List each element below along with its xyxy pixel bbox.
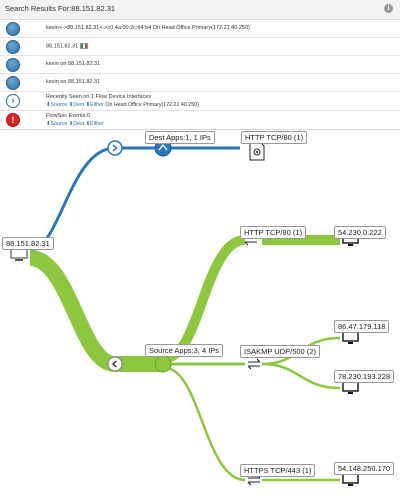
dest-link[interactable]: ⬇Dest — [69, 102, 84, 108]
ip-label[interactable]: 78.230.193.228 — [334, 370, 395, 383]
direction-links: ⬇Source ⬇Dest ⬇Either — [46, 121, 104, 127]
ip-label[interactable]: 86.47.179.118 — [334, 320, 390, 333]
source-expand-toggle[interactable] — [107, 356, 123, 372]
chevron-right-icon: › — [6, 94, 20, 108]
app-label-https[interactable]: HTTPS TCP/443 (1) — [240, 464, 316, 477]
user-icon — [6, 76, 20, 90]
either-link[interactable]: ⬇Either — [86, 102, 104, 108]
dest-link[interactable]: ⬇Dest — [69, 121, 84, 127]
ip-label[interactable]: 54.148.250.170 — [334, 462, 395, 475]
dest-expand-toggle[interactable] — [107, 140, 123, 156]
interface-text: On Head Office Primary(172.21.40.250) — [105, 102, 199, 108]
source-flow-link-http — [163, 235, 246, 363]
result-row-ip[interactable]: 88.151.82.31 — [0, 38, 400, 56]
result-text[interactable]: kevin on 88.151.82.31 — [46, 61, 100, 67]
source-link[interactable]: ⬇Source — [46, 121, 67, 127]
result-row-flow[interactable]: kevin<->88.151.82.31<->c0:4a:00:2c:d4:b4… — [0, 20, 400, 38]
direction-links: ⬇Source ⬇Dest ⬇Either On Head Office Pri… — [46, 102, 199, 108]
info-icon[interactable]: i — [384, 4, 393, 13]
app-label-isakmp[interactable]: ISAKMP UDP/500 (2) — [240, 345, 320, 358]
at-sign-document-icon[interactable] — [249, 141, 265, 161]
result-row-user[interactable]: kevin on 88.151.82.31 — [0, 56, 400, 74]
globe-icon — [6, 40, 20, 54]
bidirectional-arrows-icon[interactable] — [247, 358, 261, 370]
app-label-http[interactable]: HTTP TCP/80 (1) — [240, 226, 307, 239]
flag-icon — [80, 43, 89, 49]
result-text[interactable]: Recently Seen on 1 Flow Device Interface… — [46, 94, 151, 100]
ip-text: 88.151.82.31 — [46, 43, 79, 50]
dest-app-label[interactable]: HTTP TCP/80 (1) — [241, 131, 308, 144]
dest-group-label[interactable]: Dest Apps:1, 1 IPs — [145, 131, 215, 144]
globe-icon — [6, 22, 20, 36]
result-text[interactable]: kevin<->88.151.82.31<->c0:4a:00:2c:d4:b4… — [46, 25, 250, 31]
result-row-user[interactable]: kevin on 88.151.82.31 — [0, 74, 400, 92]
root-ip-label[interactable]: 88.151.82.31 — [2, 237, 54, 250]
either-link[interactable]: ⬇Either — [86, 121, 104, 127]
panel-header: Search Results For:88.151.82.31 i — [0, 0, 400, 20]
source-group-label[interactable]: Source Apps:3, 4 IPs — [145, 344, 224, 357]
result-row-interfaces[interactable]: › Recently Seen on 1 Flow Device Interfa… — [0, 92, 400, 111]
panel-title: Search Results For:88.151.82.31 — [5, 4, 116, 13]
source-flow-link-https — [164, 366, 246, 482]
result-row-flowsec[interactable]: ! FlowSec Events:0 ⬇Source ⬇Dest ⬇Either — [0, 111, 400, 129]
alert-icon: ! — [6, 113, 20, 127]
source-hub-node[interactable] — [154, 355, 172, 373]
user-icon — [6, 58, 20, 72]
source-link[interactable]: ⬇Source — [46, 102, 67, 108]
dest-flow-link — [29, 146, 240, 252]
result-text[interactable]: kevin on 88.151.82.31 — [46, 79, 100, 85]
flow-graph: 88.151.82.31 Dest Apps:1, 1 IPs HTTP TCP… — [0, 130, 400, 495]
ip-label[interactable]: 54.230.0.222 — [334, 226, 386, 239]
result-text[interactable]: 88.151.82.31 — [46, 43, 89, 50]
search-results-panel: Search Results For:88.151.82.31 i kevin<… — [0, 0, 400, 130]
flow-graph-canvas — [10, 139, 359, 486]
result-text[interactable]: FlowSec Events:0 — [46, 113, 90, 119]
flow-link-isakmp-ip2 — [261, 362, 341, 390]
